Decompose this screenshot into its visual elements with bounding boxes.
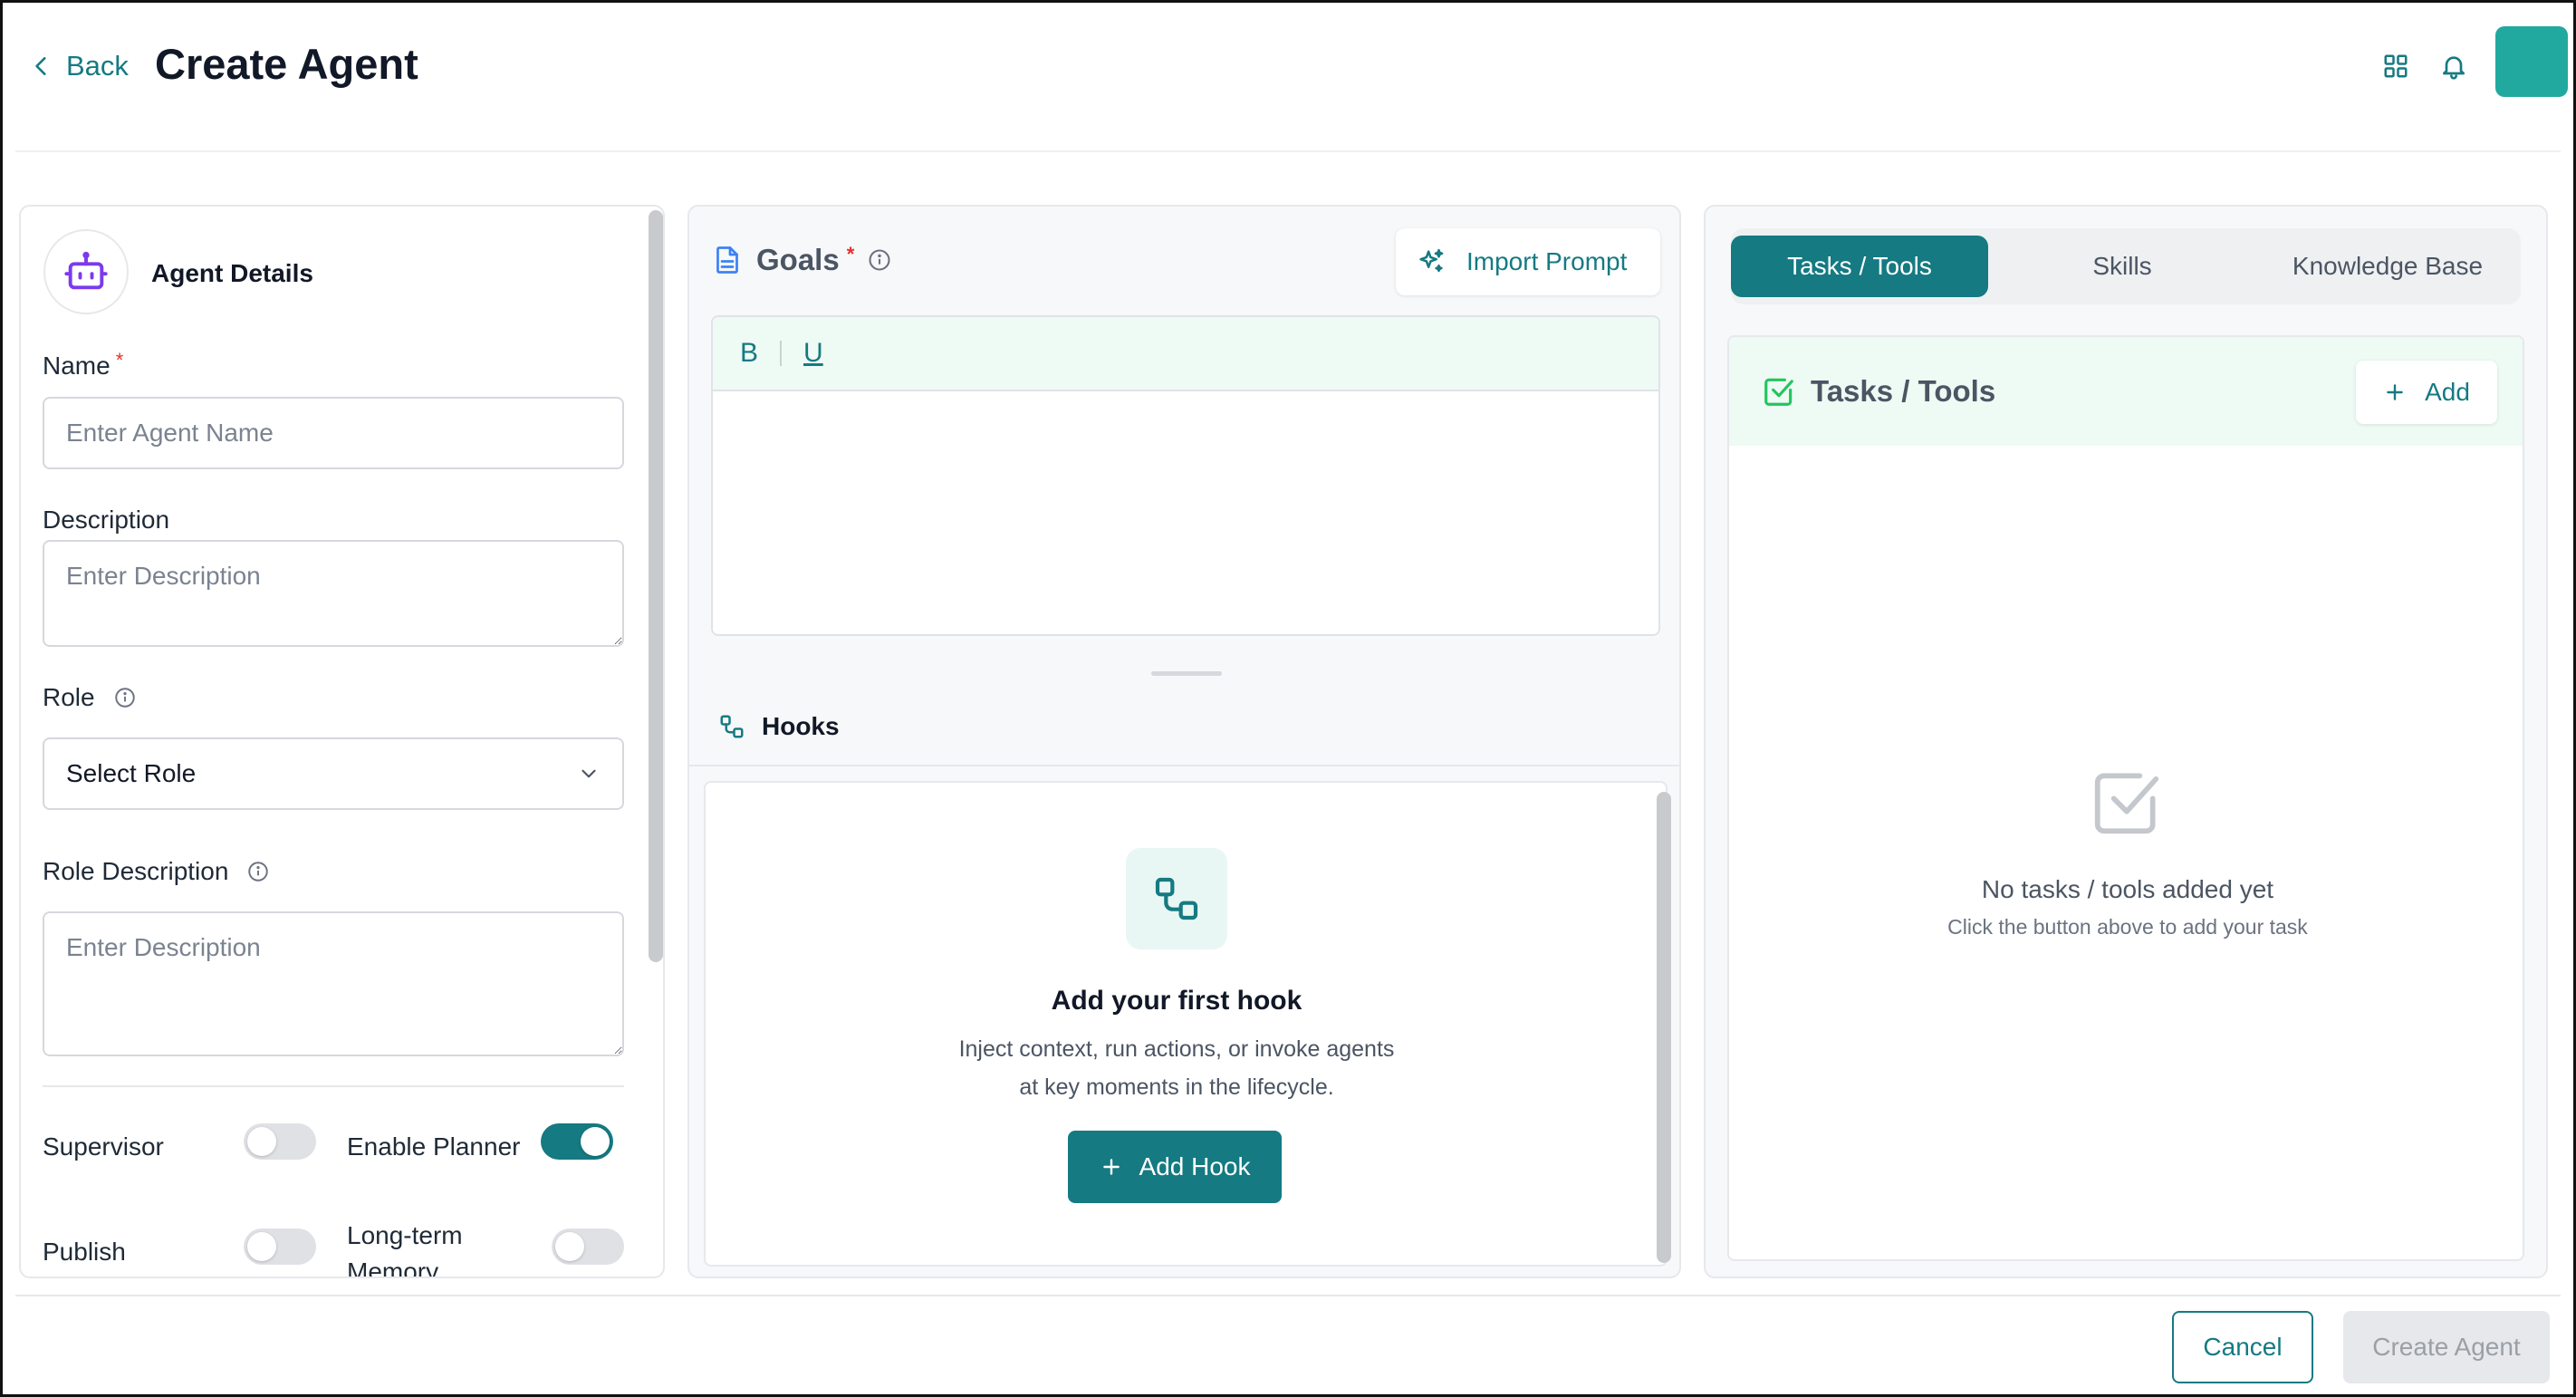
hook-empty-line2: at key moments in the lifecycle. xyxy=(1019,1074,1334,1100)
role-description-label-text: Role Description xyxy=(43,857,229,885)
checkbox-icon xyxy=(2094,773,2159,834)
hooks-header: Hooks xyxy=(718,712,840,741)
toolbar-separator xyxy=(780,341,783,366)
publish-toggle[interactable] xyxy=(244,1228,316,1265)
description-label: Description xyxy=(43,506,170,534)
long-term-memory-label: Long-term Memory xyxy=(347,1221,463,1278)
hooks-label: Hooks xyxy=(762,712,840,740)
back-label: Back xyxy=(66,50,129,82)
header-divider xyxy=(15,150,2561,152)
goals-panel: Goals * Import Prompt B U Hooks Add your… xyxy=(687,205,1681,1278)
plus-icon xyxy=(2387,384,2403,400)
chevron-down-icon xyxy=(582,769,596,778)
goals-label: Goals xyxy=(756,243,840,276)
hook-empty-title: Add your first hook xyxy=(1051,986,1302,1016)
required-mark: * xyxy=(846,243,855,265)
page-title: Create Agent xyxy=(155,40,418,88)
grid-icon[interactable] xyxy=(2379,50,2412,82)
enable-planner-label: Enable Planner xyxy=(347,1132,521,1161)
supervisor-toggle[interactable] xyxy=(244,1123,316,1160)
required-mark: * xyxy=(115,349,124,371)
hooks-icon xyxy=(1126,848,1227,949)
hook-empty-line1: Inject context, run actions, or invoke a… xyxy=(958,1036,1395,1062)
role-select-value: Select Role xyxy=(66,759,197,787)
back-button[interactable]: Back xyxy=(30,46,129,86)
create-agent-button[interactable]: Create Agent xyxy=(2343,1311,2550,1383)
role-select[interactable]: Select Role xyxy=(43,737,624,810)
agent-name-input[interactable] xyxy=(43,397,624,469)
supervisor-label: Supervisor xyxy=(43,1132,164,1161)
sparkles-icon xyxy=(1419,248,1444,273)
tab-skills[interactable]: Skills xyxy=(1994,236,2251,297)
role-label-text: Role xyxy=(43,683,95,711)
role-description-label: Role Description xyxy=(43,857,270,886)
tab-knowledge-base[interactable]: Knowledge Base xyxy=(2256,236,2519,297)
role-description-input[interactable] xyxy=(43,911,624,1056)
footer-divider xyxy=(15,1295,2561,1296)
enable-planner-toggle[interactable] xyxy=(541,1123,613,1160)
name-label-text: Name xyxy=(43,352,111,380)
underline-button[interactable]: U xyxy=(803,338,823,369)
bell-icon[interactable] xyxy=(2437,50,2470,82)
empty-title: No tasks / tools added yet xyxy=(1981,875,2274,903)
divider xyxy=(689,765,1679,766)
app-window: Back Create Agent Agent Details Name * D… xyxy=(0,0,2576,1397)
import-prompt-button[interactable]: Import Prompt xyxy=(1396,228,1660,295)
cancel-button[interactable]: Cancel xyxy=(2172,1311,2313,1383)
empty-subtitle: Click the button above to add your task xyxy=(1947,915,2308,939)
tasks-header: Tasks / Tools Add xyxy=(1729,337,2523,446)
add-hook-label: Add Hook xyxy=(1139,1152,1251,1180)
checkbox-icon xyxy=(1764,378,1793,406)
tasks-panel: Tasks / Tools Skills Knowledge Base Task… xyxy=(1704,205,2548,1278)
avatar[interactable] xyxy=(2495,26,2568,97)
scrollbar[interactable] xyxy=(1657,792,1671,1263)
goals-header: Goals * xyxy=(711,243,892,277)
add-hook-button[interactable]: Add Hook xyxy=(1068,1131,1282,1203)
tab-tasks-tools[interactable]: Tasks / Tools xyxy=(1731,236,1988,297)
tab-bar: Tasks / Tools Skills Knowledge Base xyxy=(1731,228,2521,304)
editor-toolbar: B U xyxy=(713,317,1658,391)
hooks-empty-state: Add your first hook Inject context, run … xyxy=(704,781,1671,1267)
role-label: Role xyxy=(43,683,137,712)
tasks-title: Tasks / Tools xyxy=(1811,374,1996,408)
add-task-button[interactable]: Add xyxy=(2356,361,2497,424)
goals-editor[interactable]: B U xyxy=(711,315,1660,636)
chevron-left-icon xyxy=(35,57,46,75)
plus-icon xyxy=(1102,1159,1120,1175)
tasks-tools-section: Tasks / Tools Add No tasks / tools added… xyxy=(1727,335,2524,1261)
long-term-memory-toggle[interactable] xyxy=(552,1228,624,1265)
info-icon[interactable] xyxy=(246,860,270,883)
info-icon[interactable] xyxy=(867,247,892,273)
add-label: Add xyxy=(2425,378,2470,406)
section-title: Agent Details xyxy=(151,259,313,287)
agent-details-panel: Agent Details Name * Description Role Se… xyxy=(19,205,665,1278)
scrollbar[interactable] xyxy=(649,210,663,962)
hooks-icon xyxy=(720,715,744,738)
robot-icon xyxy=(43,229,129,314)
divider xyxy=(43,1085,624,1087)
info-icon[interactable] xyxy=(113,686,137,709)
resize-handle[interactable] xyxy=(1151,671,1222,676)
document-icon xyxy=(716,246,738,274)
bold-button[interactable]: B xyxy=(740,338,758,369)
description-input[interactable] xyxy=(43,540,624,647)
name-label: Name * xyxy=(43,349,124,381)
import-prompt-label: Import Prompt xyxy=(1466,247,1628,275)
publish-label: Publish xyxy=(43,1238,126,1266)
